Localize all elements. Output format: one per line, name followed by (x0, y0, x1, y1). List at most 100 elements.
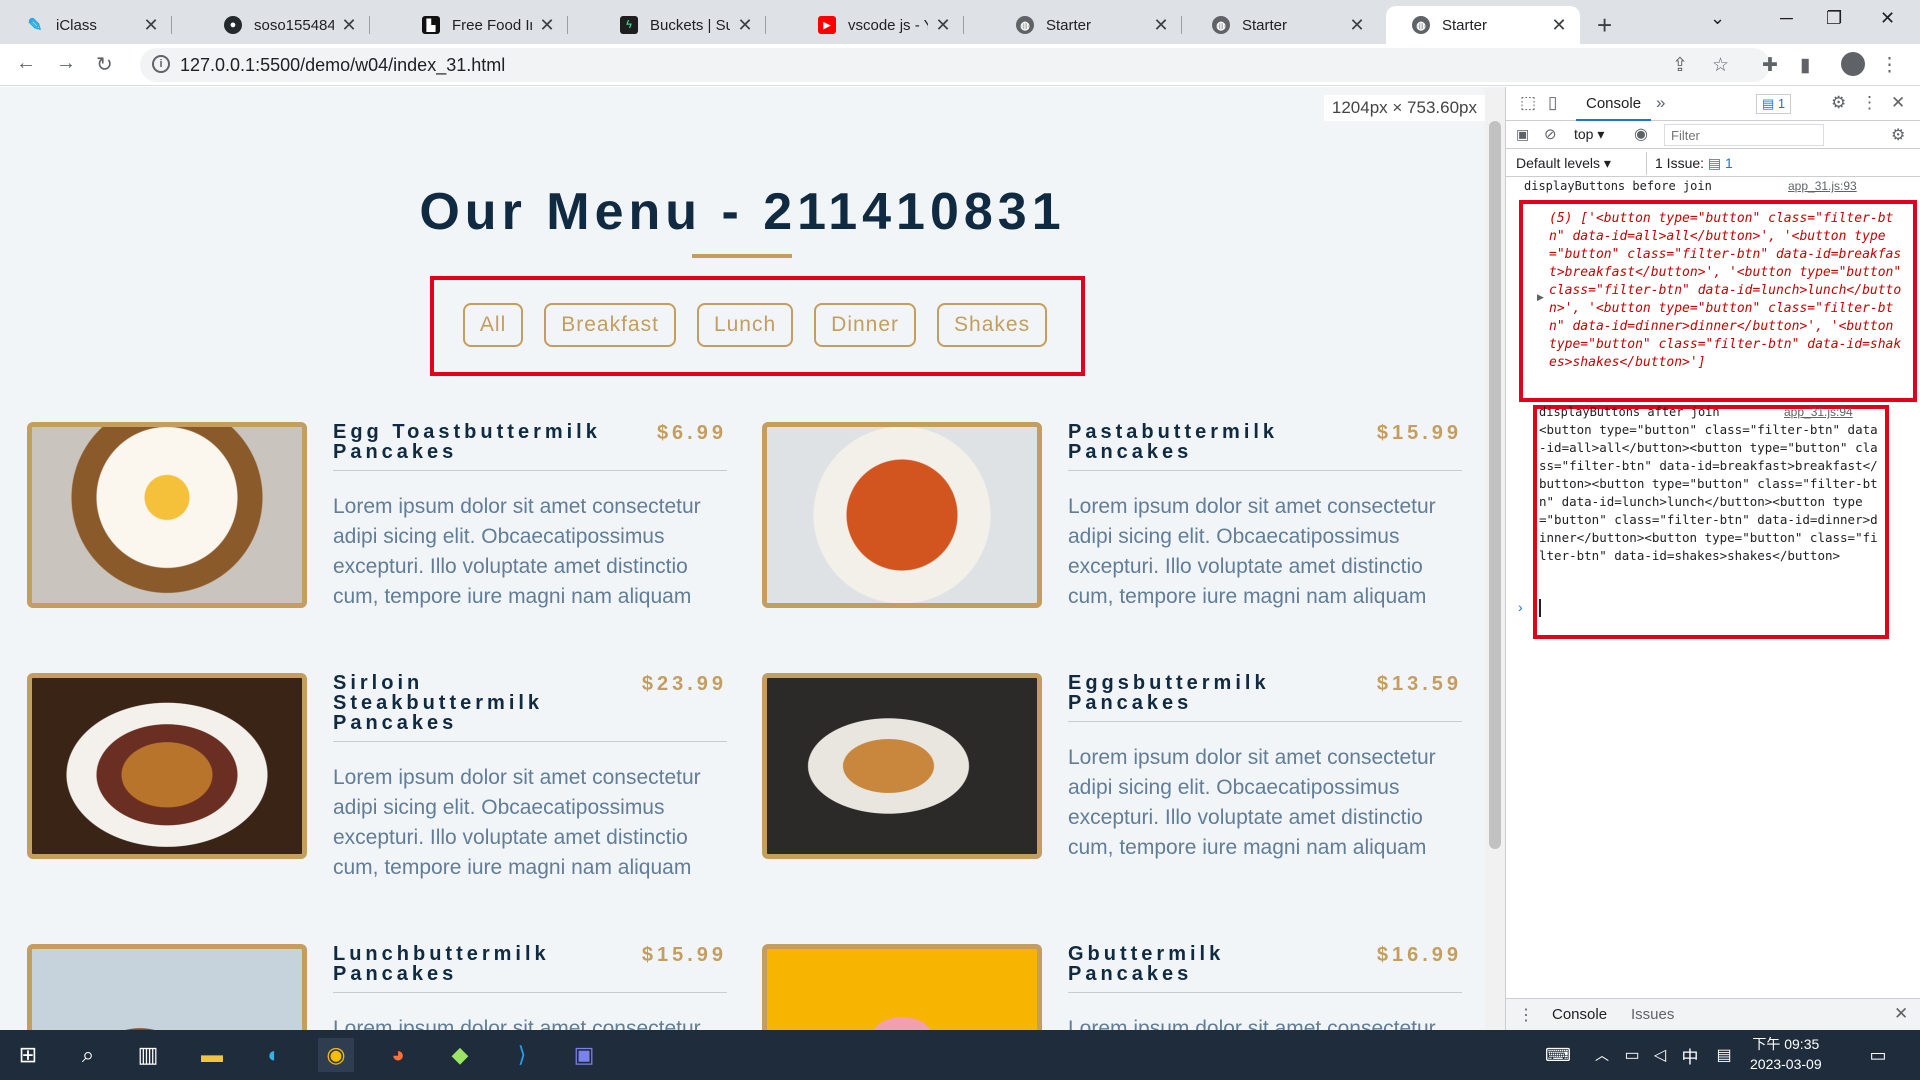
close-icon[interactable]: ✕ (1152, 15, 1170, 36)
tab-iclass[interactable]: ✎ iClass ✕ (0, 6, 172, 44)
menu-item-name: Egg Toastbuttermilk Pancakes (333, 421, 601, 463)
tab-console[interactable]: Console (1576, 87, 1652, 121)
close-icon[interactable]: ✕ (142, 15, 160, 36)
close-icon[interactable]: ✕ (934, 15, 952, 36)
filter-button-shakes[interactable]: Shakes (937, 303, 1048, 347)
menu-item-price: $13.59 (1376, 673, 1462, 695)
context-select[interactable]: top ▾ (1574, 126, 1604, 143)
ime-indicator[interactable]: 中 (1672, 1038, 1708, 1072)
side-panel-icon[interactable]: ▮ (1800, 54, 1810, 77)
bookmark-star-icon[interactable]: ☆ (1712, 54, 1729, 77)
keyboard-icon[interactable]: ⌨ (1540, 1038, 1576, 1072)
address-bar[interactable]: i 127.0.0.1:5500/demo/w04/index_31.html (140, 48, 1770, 82)
globe-icon: ◍ (1016, 16, 1034, 34)
menu-icon[interactable]: ⋮ (1880, 54, 1899, 77)
globe-icon: ◍ (1412, 16, 1430, 34)
console-settings-icon[interactable]: ⚙ (1891, 125, 1905, 145)
issue-icon: ▤ (1707, 155, 1722, 171)
expand-arrow-icon[interactable]: ▶ (1537, 292, 1544, 303)
menu-item-image (27, 944, 307, 1030)
menu-item-description: Lorem ipsum dolor sit amet consectetur a… (333, 495, 701, 608)
windows-start-icon[interactable]: ⊞ (10, 1038, 46, 1072)
scrollbar-thumb[interactable] (1489, 121, 1501, 849)
close-icon[interactable]: ✕ (1348, 15, 1366, 36)
minimize-icon[interactable]: ─ (1780, 8, 1793, 29)
globe-icon: ◍ (1212, 16, 1230, 34)
device-toggle-icon[interactable]: ▯ (1548, 93, 1557, 113)
new-tab-icon[interactable]: + (1597, 10, 1612, 41)
taskbar-clock[interactable]: 下午 09:35 2023-03-09 (1750, 1034, 1822, 1074)
tab-unsplash[interactable]: ▙Free Food Image✕ (396, 6, 568, 44)
settings-icon[interactable]: ⚙ (1831, 93, 1846, 113)
menu-item-description: Lorem ipsum dolor sit amet consectetur a… (333, 766, 701, 879)
notification-icon[interactable]: ▭ (1860, 1038, 1896, 1072)
search-icon[interactable]: ⌕ (70, 1038, 106, 1072)
tab-supabase[interactable]: ϟBuckets | Supaba✕ (594, 6, 766, 44)
clear-console-icon[interactable]: ⊘ (1544, 125, 1557, 143)
message-icon: ▤ (1762, 96, 1775, 111)
menu-item-image (762, 422, 1042, 608)
git-icon[interactable]: ◆ (442, 1038, 478, 1072)
menu-item-description: Lorem ipsum dolor sit amet consectetur a… (1068, 495, 1436, 608)
levels-dropdown[interactable]: Default levels ▾ (1516, 155, 1611, 172)
filter-button-lunch[interactable]: Lunch (696, 303, 794, 347)
page-scrollbar[interactable] (1485, 87, 1505, 1030)
close-icon[interactable]: ✕ (340, 15, 358, 36)
task-view-icon[interactable]: ▥ (130, 1038, 166, 1072)
live-expression-icon[interactable]: ◉ (1634, 124, 1648, 144)
file-explorer-icon[interactable]: ▬ (194, 1038, 230, 1072)
tab-starter-2[interactable]: ◍ Starter ✕ (1186, 6, 1378, 44)
devtools-menu-icon[interactable]: ⋮ (1861, 93, 1878, 113)
maximize-icon[interactable]: ❐ (1826, 8, 1842, 29)
filter-button-breakfast[interactable]: Breakfast (544, 303, 676, 347)
close-icon[interactable]: ✕ (1550, 15, 1568, 36)
tab-starter-active[interactable]: ◍ Starter ✕ (1386, 6, 1580, 44)
menu-item-price: $6.99 (656, 422, 727, 444)
inspect-icon[interactable]: ⬚ (1520, 93, 1536, 113)
browser-toolbar: ← → ↻ i 127.0.0.1:5500/demo/w04/index_31… (0, 44, 1920, 86)
log-source-link-2[interactable]: app_31.js:94 (1784, 405, 1853, 419)
tab-search-icon[interactable]: ⌄ (1710, 8, 1725, 29)
devtools-close-icon[interactable]: ✕ (1891, 93, 1905, 113)
teams-icon[interactable]: ▣ (566, 1038, 602, 1072)
reload-icon[interactable]: ↻ (96, 52, 113, 77)
browser-tab-strip: ✎iClass✕ ●soso1554848/11✕ ▙Free Food Ima… (0, 0, 1920, 44)
menu-item-name: Sirloin Steakbuttermilk Pancakes (333, 672, 544, 734)
drawer-tab-issues[interactable]: Issues (1631, 1006, 1674, 1023)
window-close-icon[interactable]: ✕ (1880, 8, 1895, 29)
profile-avatar[interactable] (1841, 52, 1865, 76)
filter-button-all[interactable]: All (462, 303, 524, 347)
vscode-icon[interactable]: ⟩ (504, 1038, 540, 1072)
issues-button[interactable]: 1 Issue: ▤ 1 (1646, 152, 1741, 175)
chrome-icon[interactable]: ◉ (318, 1038, 354, 1072)
menu-item-name: Eggsbuttermilk Pancakes (1068, 672, 1270, 714)
log-source-link-1[interactable]: app_31.js:93 (1784, 179, 1857, 193)
drawer-close-icon[interactable]: ✕ (1894, 1004, 1908, 1024)
close-icon[interactable]: ✕ (736, 15, 754, 36)
drawer-tab-console[interactable]: Console (1552, 1006, 1607, 1023)
input-method-icon[interactable]: ▤ (1706, 1038, 1742, 1072)
close-icon[interactable]: ✕ (538, 15, 556, 36)
forward-icon[interactable]: → (56, 52, 76, 75)
viewport-dimensions: 1204px × 753.60px (1323, 95, 1485, 121)
filter-button-dinner[interactable]: Dinner (814, 303, 917, 347)
more-tabs-icon[interactable]: » (1656, 93, 1665, 113)
windows-taskbar: ⊞ ⌕ ▥ ▬ ◐ ◉ ◕ ◆ ⟩ ▣ ⌨ ︿ ▭ ◁ 中 ▤ 下午 09:35… (0, 1030, 1920, 1080)
page-viewport: 1204px × 753.60px Our Menu - 211410831 A… (0, 87, 1485, 1030)
filter-input[interactable] (1664, 124, 1824, 146)
drawer-menu-icon[interactable]: ⋮ (1518, 1005, 1534, 1025)
tab-github[interactable]: ●soso1554848/11✕ (198, 6, 370, 44)
issue-badge[interactable]: ▤ 1 (1756, 94, 1792, 114)
youtube-icon: ▶ (818, 16, 836, 34)
extensions-icon[interactable]: ✚ (1762, 54, 1778, 77)
edge-icon[interactable]: ◐ (256, 1038, 292, 1072)
site-info-icon[interactable]: i (152, 55, 170, 73)
firefox-icon[interactable]: ◕ (380, 1038, 416, 1072)
iclass-icon: ✎ (27, 14, 43, 35)
tab-youtube[interactable]: ▶vscode js - YouTu✕ (792, 6, 964, 44)
back-icon[interactable]: ← (16, 52, 36, 75)
tab-starter-1[interactable]: ◍ Starter ✕ (990, 6, 1182, 44)
sidebar-toggle-icon[interactable]: ▣ (1516, 126, 1529, 143)
console-input-caret[interactable] (1539, 599, 1541, 617)
share-icon[interactable]: ⇪ (1672, 54, 1688, 77)
